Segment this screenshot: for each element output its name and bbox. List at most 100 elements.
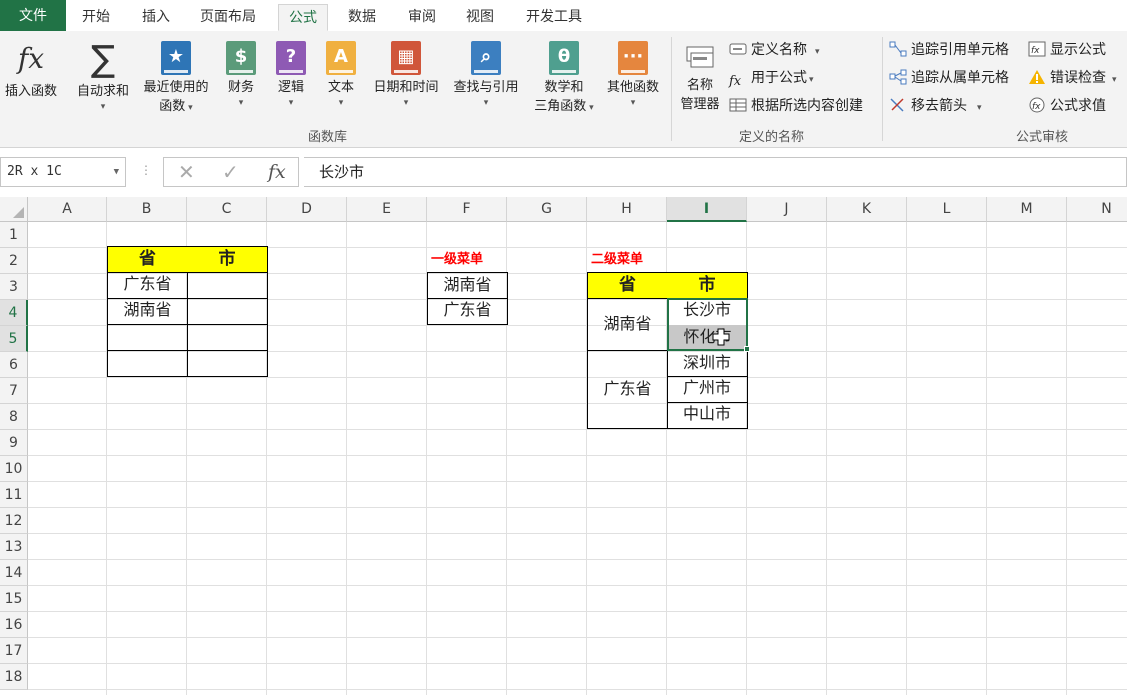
select-all-button[interactable] — [0, 197, 28, 222]
cell-i6[interactable]: 深圳市 — [667, 350, 748, 377]
more-functions-button[interactable]: ··· 其他函数 ▾ — [600, 41, 666, 109]
gridline-vertical — [826, 222, 827, 695]
column-header-h[interactable]: H — [587, 197, 667, 222]
row-header-5[interactable]: 5 — [0, 326, 28, 352]
cell-b2-header-province[interactable]: 省 — [107, 246, 188, 273]
gridline-horizontal — [28, 559, 1127, 560]
cell-b3[interactable]: 广东省 — [107, 272, 188, 299]
column-header-g[interactable]: G — [507, 197, 587, 222]
row-header-8[interactable]: 8 — [0, 404, 28, 430]
column-header-d[interactable]: D — [267, 197, 347, 222]
chevron-down-icon: ▾ — [630, 98, 636, 108]
tab-file[interactable]: 文件 — [0, 0, 66, 32]
row-header-6[interactable]: 6 — [0, 352, 28, 378]
tab-page-layout[interactable]: 页面布局 — [190, 4, 266, 31]
cell-c3[interactable] — [187, 272, 268, 299]
autosum-button[interactable]: ∑ 自动求和 ▾ — [70, 41, 136, 113]
column-header-a[interactable]: A — [28, 197, 107, 222]
cell-i8[interactable]: 中山市 — [667, 402, 748, 429]
formula-input[interactable]: 长沙市 — [304, 157, 1127, 187]
cell-b5[interactable] — [107, 324, 188, 351]
use-in-formula-button[interactable]: fx 用于公式 ▾ — [729, 67, 814, 89]
cell-c4[interactable] — [187, 298, 268, 325]
cell-f3[interactable]: 湖南省 — [427, 272, 508, 299]
tab-insert[interactable]: 插入 — [132, 4, 180, 31]
chevron-down-icon[interactable]: ▼ — [114, 158, 119, 186]
tab-data[interactable]: 数据 — [338, 4, 386, 31]
row-header-2[interactable]: 2 — [0, 248, 28, 274]
row-header-13[interactable]: 13 — [0, 534, 28, 560]
cell-i3-header-city[interactable]: 市 — [667, 272, 748, 299]
error-checking-button[interactable]: 错误检查 ▾ — [1028, 67, 1117, 89]
tab-home[interactable]: 开始 — [72, 4, 120, 31]
name-manager-button[interactable]: 名称 管理器 — [674, 43, 726, 114]
row-header-18[interactable]: 18 — [0, 664, 28, 690]
row-header-4[interactable]: 4 — [0, 300, 28, 326]
insert-function-button[interactable]: fx 插入函数 — [0, 41, 62, 101]
lookup-button[interactable]: ⌕ 查找与引用 ▾ — [446, 41, 526, 109]
datetime-button[interactable]: ▦ 日期和时间 ▾ — [366, 41, 446, 109]
define-name-button[interactable]: 定义名称 ▾ — [729, 39, 820, 61]
row-header-11[interactable]: 11 — [0, 482, 28, 508]
row-header-16[interactable]: 16 — [0, 612, 28, 638]
cell-c6[interactable] — [187, 350, 268, 377]
cell-i7[interactable]: 广州市 — [667, 376, 748, 403]
tag-icon — [729, 41, 747, 57]
star-book-icon: ★ — [161, 41, 191, 75]
show-formulas-button[interactable]: fx 显示公式 — [1028, 39, 1106, 61]
financial-button[interactable]: $ 财务 ▾ — [220, 41, 262, 109]
cell-f4[interactable]: 广东省 — [427, 298, 508, 325]
column-header-k[interactable]: K — [827, 197, 907, 222]
gridline-vertical — [906, 222, 907, 695]
column-header-m[interactable]: M — [987, 197, 1067, 222]
logical-button[interactable]: ? 逻辑 ▾ — [270, 41, 312, 109]
insert-function-fx-icon[interactable]: fx — [268, 158, 286, 186]
row-header-12[interactable]: 12 — [0, 508, 28, 534]
gridline-horizontal — [28, 637, 1127, 638]
gridline-horizontal — [28, 611, 1127, 612]
column-header-l[interactable]: L — [907, 197, 987, 222]
label-level1-menu: 一级菜单 — [431, 252, 484, 267]
row-header-14[interactable]: 14 — [0, 560, 28, 586]
resize-handle-icon[interactable]: ⋮ — [140, 163, 152, 177]
row-header-10[interactable]: 10 — [0, 456, 28, 482]
create-from-selection-button[interactable]: 根据所选内容创建 — [729, 95, 863, 117]
cell-b6[interactable] — [107, 350, 188, 377]
trace-precedents-button[interactable]: 追踪引用单元格 — [889, 39, 1009, 61]
cell-c5[interactable] — [187, 324, 268, 351]
math-trig-button[interactable]: θ 数学和 三角函数 ▾ — [526, 41, 602, 116]
column-header-f[interactable]: F — [427, 197, 507, 222]
fill-handle[interactable] — [744, 346, 750, 352]
cell-h4-merged-hunan[interactable]: 湖南省 — [587, 298, 668, 351]
column-header-i[interactable]: I — [667, 197, 747, 222]
tab-formulas[interactable]: 公式 — [278, 4, 328, 31]
cell-h3-header-province[interactable]: 省 — [587, 272, 668, 299]
cell-c2-header-city[interactable]: 市 — [187, 246, 268, 273]
row-header-3[interactable]: 3 — [0, 274, 28, 300]
cell-h6-merged-guangdong[interactable]: 广东省 — [587, 350, 668, 429]
column-header-n[interactable]: N — [1067, 197, 1127, 222]
row-header-17[interactable]: 17 — [0, 638, 28, 664]
remove-arrows-button[interactable]: 移去箭头 ▾ — [889, 95, 982, 117]
table-grid-icon — [729, 97, 747, 113]
cell-b4[interactable]: 湖南省 — [107, 298, 188, 325]
text-button[interactable]: A 文本 ▾ — [320, 41, 362, 109]
recently-used-button[interactable]: ★ 最近使用的 函数 ▾ — [136, 41, 216, 116]
row-header-1[interactable]: 1 — [0, 222, 28, 248]
column-header-c[interactable]: C — [187, 197, 267, 222]
row-header-7[interactable]: 7 — [0, 378, 28, 404]
trace-dependents-button[interactable]: 追踪从属单元格 — [889, 67, 1009, 89]
column-header-j[interactable]: J — [747, 197, 827, 222]
name-box[interactable]: 2R x 1C ▼ — [0, 157, 126, 187]
row-header-9[interactable]: 9 — [0, 430, 28, 456]
tab-review[interactable]: 审阅 — [398, 4, 446, 31]
column-header-e[interactable]: E — [347, 197, 427, 222]
column-header-b[interactable]: B — [107, 197, 187, 222]
row-header-15[interactable]: 15 — [0, 586, 28, 612]
tab-view[interactable]: 视图 — [456, 4, 504, 31]
cancel-icon[interactable]: ✕ — [178, 158, 195, 186]
enter-check-icon[interactable]: ✓ — [222, 158, 239, 186]
evaluate-formula-button[interactable]: fx 公式求值 — [1028, 95, 1106, 117]
tab-developer[interactable]: 开发工具 — [516, 4, 592, 31]
gridline-horizontal — [28, 507, 1127, 508]
